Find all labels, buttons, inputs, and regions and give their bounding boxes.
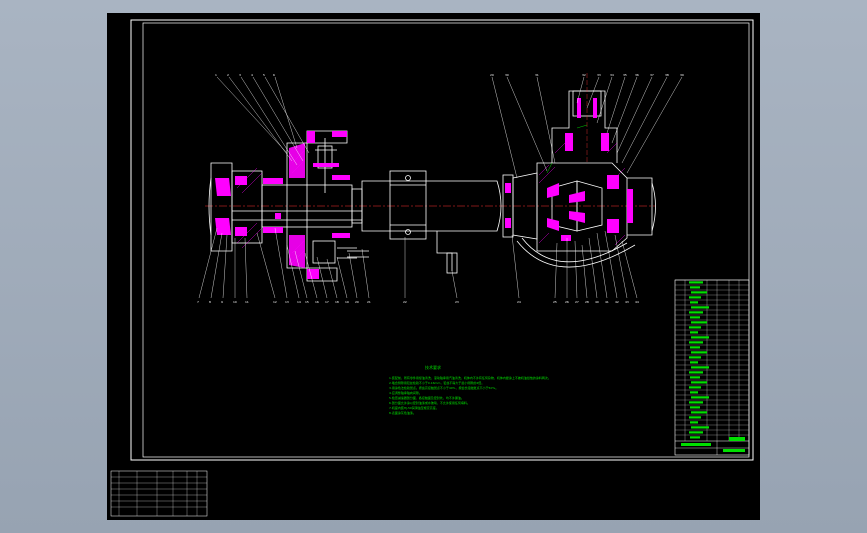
tech-req-line-1: 1.装配前，所有零件用煤油清洗，滚动轴承用汽油清洗，机体内不许有任何杂物，机体内… — [389, 375, 551, 380]
parts-list-entry-text — [690, 301, 698, 304]
svg-text:33: 33 — [597, 73, 601, 77]
svg-text:39: 39 — [680, 73, 684, 77]
inner-frame — [142, 22, 750, 458]
svg-text:10: 10 — [233, 300, 237, 304]
svg-text:2: 2 — [227, 73, 229, 77]
parts-list-entry-text — [690, 361, 698, 364]
parts-list-entry-text — [690, 331, 698, 334]
svg-text:26: 26 — [565, 300, 569, 304]
svg-text:32: 32 — [582, 73, 586, 77]
parts-list-entry-text — [691, 321, 707, 324]
svg-text:15: 15 — [305, 300, 309, 304]
svg-text:23: 23 — [455, 300, 459, 304]
parts-list-entry-text — [689, 371, 703, 374]
svg-text:44: 44 — [635, 300, 639, 304]
svg-text:5: 5 — [263, 73, 265, 77]
parts-list-entry-text — [689, 281, 703, 284]
svg-text:38: 38 — [665, 73, 669, 77]
parts-list-entry-text — [690, 421, 698, 424]
svg-text:35: 35 — [623, 73, 627, 77]
parts-list-entry-text — [691, 381, 707, 384]
svg-text:19: 19 — [345, 300, 349, 304]
assembly-drawing: 12 34 56 29 30 31 32 33 34 35 36 37 38 39 — [110, 19, 754, 517]
cad-drawing-canvas[interactable]: 12 34 56 29 30 31 32 33 34 35 36 37 38 39 — [107, 13, 760, 520]
parts-list-entry-text — [691, 366, 709, 369]
parts-list-entry-text — [689, 431, 703, 434]
svg-text:22: 22 — [403, 300, 407, 304]
balloon-numbers-bottom: 7 8 9 10 11 12 13 14 15 16 17 18 19 20 21 22 23 2… — [197, 300, 639, 304]
parts-list-entry-text — [690, 436, 700, 439]
tech-req-line-8: 8.表面涂灰色油漆。 — [389, 410, 416, 415]
svg-text:31: 31 — [535, 73, 539, 77]
parts-list-entry-text — [691, 336, 709, 339]
parts-list-entry-text — [690, 316, 700, 319]
svg-text:13: 13 — [285, 300, 289, 304]
tech-req-line-7: 7.机座内装HJ-50润滑油至规定高度。 — [389, 405, 439, 410]
parts-list-entry-text — [691, 351, 707, 354]
parts-list-entry-text — [690, 391, 698, 394]
parts-list-entry-text — [690, 286, 700, 289]
svg-text:14: 14 — [297, 300, 301, 304]
tech-req-heading: 技术要求 — [425, 364, 441, 370]
parts-list-entry-text — [691, 396, 709, 399]
parts-list-entry-text — [691, 306, 709, 309]
svg-text:11: 11 — [245, 300, 249, 304]
svg-text:37: 37 — [650, 73, 654, 77]
parts-list-entry-text — [690, 376, 700, 379]
svg-text:34: 34 — [610, 73, 614, 77]
svg-text:43: 43 — [625, 300, 629, 304]
tech-req-line-5: 5.检查减速器剖分面、各接触面及密封处，均不许漏油。 — [389, 395, 464, 400]
technical-requirements: 技术要求 1.装配前，所有零件用煤油清洗，滚动轴承用汽油清洗，机体内不许有任何杂… — [389, 364, 551, 415]
svg-text:8: 8 — [209, 300, 211, 304]
svg-text:21: 21 — [367, 300, 371, 304]
parts-list-entry-text — [689, 326, 701, 329]
leader-lines-bottom — [198, 227, 638, 299]
parts-list-entry-text — [691, 411, 707, 414]
parts-list-entry-text — [689, 296, 701, 299]
svg-text:41: 41 — [605, 300, 609, 304]
balloon-numbers-top: 12 34 56 29 30 31 32 33 34 35 36 37 38 39 — [215, 73, 684, 77]
parts-list-entry-text — [689, 416, 701, 419]
parts-list-entry-text — [689, 401, 703, 404]
svg-text:40: 40 — [595, 300, 599, 304]
svg-text:24: 24 — [517, 300, 521, 304]
svg-text:42: 42 — [615, 300, 619, 304]
parts-list-entry-text — [689, 356, 701, 359]
parts-list-entry-text — [689, 311, 703, 314]
parts-list-entry-text — [691, 426, 709, 429]
svg-text:12: 12 — [273, 300, 277, 304]
tech-req-line-4: 4.应调整轴承轴向间隙。 — [389, 390, 422, 395]
parts-list-entry-text — [689, 341, 703, 344]
svg-text:16: 16 — [315, 300, 319, 304]
tech-req-line-2: 2.啮合侧隙用铅丝检验不小于0.16mm，铅丝不得大于最小侧隙的4倍。 — [389, 380, 484, 385]
center-shaft — [347, 170, 502, 274]
svg-text:36: 36 — [635, 73, 639, 77]
parts-list-table — [674, 279, 750, 456]
parts-list-entry-text — [691, 291, 707, 294]
svg-text:28: 28 — [585, 300, 589, 304]
svg-text:3: 3 — [239, 73, 241, 77]
svg-text:27: 27 — [575, 300, 579, 304]
svg-text:1: 1 — [215, 73, 217, 77]
svg-text:4: 4 — [251, 73, 253, 77]
svg-text:18: 18 — [335, 300, 339, 304]
svg-text:7: 7 — [197, 300, 199, 304]
svg-text:9: 9 — [221, 300, 223, 304]
revision-table — [110, 470, 208, 517]
svg-text:20: 20 — [355, 300, 359, 304]
svg-text:29: 29 — [490, 73, 494, 77]
tech-req-line-6: 6.剖分面允许涂以密封油漆或水玻璃，不允许使用任何填料。 — [389, 400, 470, 405]
left-sections — [215, 131, 350, 279]
svg-text:25: 25 — [553, 300, 557, 304]
svg-text:17: 17 — [325, 300, 329, 304]
outer-frame — [130, 19, 754, 461]
tech-req-line-3: 3.用涂色法检验斑点。按齿高接触斑点不小于40%，按齿长接触斑点不小于50%。 — [389, 385, 498, 390]
svg-text:30: 30 — [505, 73, 509, 77]
parts-list-entry-text — [690, 406, 700, 409]
svg-text:6: 6 — [273, 73, 275, 77]
parts-list-entry-text — [689, 386, 701, 389]
parts-list-entry-text — [690, 346, 700, 349]
